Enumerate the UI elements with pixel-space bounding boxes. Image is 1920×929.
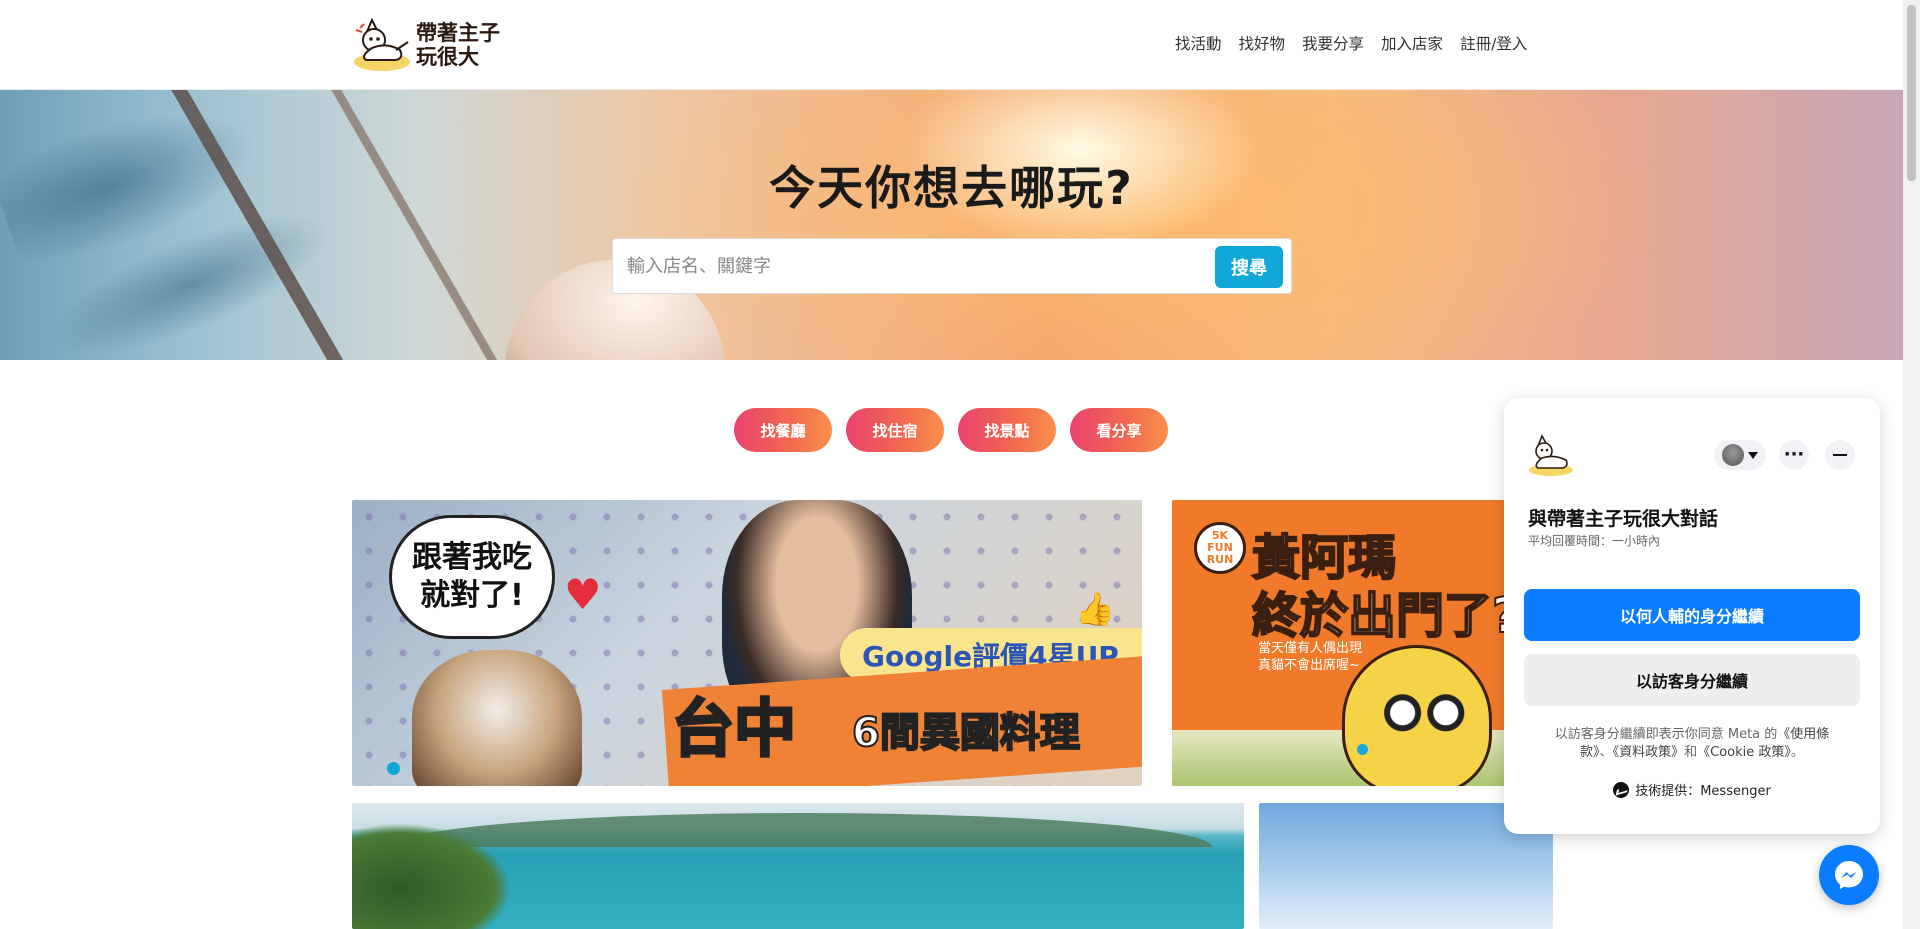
- card2-title-line2: 終於出門了?!: [1251, 587, 1543, 645]
- card2-note: 當天僅有人偶出現 真貓不會出席喔~: [1258, 641, 1363, 673]
- card-speech-bubble: 跟著我吃 就對了!: [392, 518, 552, 636]
- continue-as-user-button[interactable]: 以何人輔的身分繼續: [1524, 589, 1860, 641]
- ellipsis-icon: ···: [1783, 444, 1805, 465]
- hero-title: 今天你想去哪玩?: [769, 161, 1134, 215]
- nav-join-store[interactable]: 加入店家: [1381, 32, 1443, 54]
- card-big-text: 台中: [670, 691, 797, 767]
- bubble-text: 跟著我吃 就對了!: [412, 540, 532, 613]
- messenger-chat-panel: ··· 與帶著主子玩很大對話 平均回覆時間：一小時內 以何人輔的身分繼續 以訪客…: [1504, 398, 1880, 834]
- fun-run-badge: 5K FUN RUN: [1194, 522, 1246, 574]
- caret-down-icon: [1748, 451, 1758, 459]
- chat-legal-text: 以訪客身分繼續即表示你同意 Meta 的《使用條款》、《資料政策》和《Cooki…: [1540, 726, 1844, 762]
- logo-text: 帶著主子玩很大: [416, 21, 500, 69]
- main-nav: 找活動 找好物 我要分享 加入店家 註冊/登入: [1175, 32, 1527, 54]
- scrollbar-thumb[interactable]: [1907, 5, 1916, 181]
- nav-share[interactable]: 我要分享: [1302, 32, 1364, 54]
- carousel-card-taichung[interactable]: 跟著我吃 就對了! ♥ 👍 Google評價4星UP 台中 6間異國料理: [352, 500, 1142, 786]
- card-sea-view[interactable]: [352, 803, 1244, 929]
- messenger-icon: [1835, 861, 1863, 889]
- powered-by-text: 技術提供：Messenger: [1635, 784, 1771, 799]
- pill-shares[interactable]: 看分享: [1070, 408, 1168, 452]
- cartoon-cat-image: [1342, 645, 1492, 786]
- powered-by-messenger: 技術提供：Messenger: [1504, 780, 1880, 799]
- chat-response-time: 平均回覆時間：一小時內: [1528, 534, 1661, 548]
- heart-icon: ♥: [564, 570, 602, 619]
- pill-attractions[interactable]: 找景點: [958, 408, 1056, 452]
- search-input[interactable]: [627, 249, 1187, 283]
- nav-find-events[interactable]: 找活動: [1175, 32, 1222, 54]
- card-dog-image: [412, 650, 582, 786]
- carousel-indicator-dot[interactable]: [1357, 744, 1368, 755]
- card-hills-image: [392, 813, 1212, 847]
- messenger-fab-button[interactable]: [1819, 845, 1879, 905]
- minimize-chat-button[interactable]: [1825, 440, 1855, 470]
- dog-logo-icon: [352, 16, 412, 74]
- legal-separator: 、: [1599, 745, 1613, 760]
- legal-and: 和: [1684, 745, 1698, 760]
- page-scrollbar[interactable]: [1903, 0, 1920, 929]
- chat-title: 與帶著主子玩很大對話: [1528, 508, 1719, 530]
- search-button[interactable]: 搜尋: [1215, 246, 1283, 288]
- data-policy-link[interactable]: 《資料政策》: [1613, 745, 1685, 760]
- pill-restaurants[interactable]: 找餐廳: [734, 408, 832, 452]
- card-sub-text: 6間異國料理: [851, 709, 1081, 757]
- page-avatar-icon: [1526, 434, 1576, 478]
- minimize-icon: [1833, 454, 1847, 456]
- hero-banner: 今天你想去哪玩? 搜尋: [0, 90, 1903, 360]
- site-logo[interactable]: 帶著主子玩很大: [352, 16, 506, 74]
- thumbs-up-icon: 👍: [1075, 590, 1115, 628]
- profile-switch-button[interactable]: [1714, 440, 1766, 470]
- more-options-button[interactable]: ···: [1779, 440, 1809, 470]
- cookie-policy-link[interactable]: 《Cookie 政策》: [1697, 745, 1791, 760]
- carousel-card-ahma[interactable]: 5K FUN RUN 黃阿瑪 終於出門了?! 當天僅有人偶出現 真貓不會出席喔~: [1172, 500, 1554, 786]
- search-box: 搜尋: [612, 238, 1292, 294]
- site-header: 帶著主子玩很大 找活動 找好物 我要分享 加入店家 註冊/登入: [0, 0, 1903, 90]
- nav-register-login[interactable]: 註冊/登入: [1460, 32, 1527, 54]
- messenger-logo-icon: [1613, 781, 1630, 798]
- page: 帶著主子玩很大 找活動 找好物 我要分享 加入店家 註冊/登入 今天你想去哪玩?…: [0, 0, 1920, 929]
- legal-prefix: 以訪客身分繼續即表示你同意 Meta 的: [1554, 727, 1778, 742]
- legal-end: 。: [1790, 745, 1804, 760]
- category-pills: 找餐廳 找住宿 找景點 看分享: [734, 408, 1168, 452]
- nav-find-goods[interactable]: 找好物: [1239, 32, 1286, 54]
- card-trees-image: [352, 823, 512, 929]
- pill-lodging[interactable]: 找住宿: [846, 408, 944, 452]
- profile-avatar-icon: [1722, 444, 1744, 466]
- continue-as-guest-button[interactable]: 以訪客身分繼續: [1524, 654, 1860, 706]
- carousel-indicator-dot[interactable]: [387, 762, 400, 775]
